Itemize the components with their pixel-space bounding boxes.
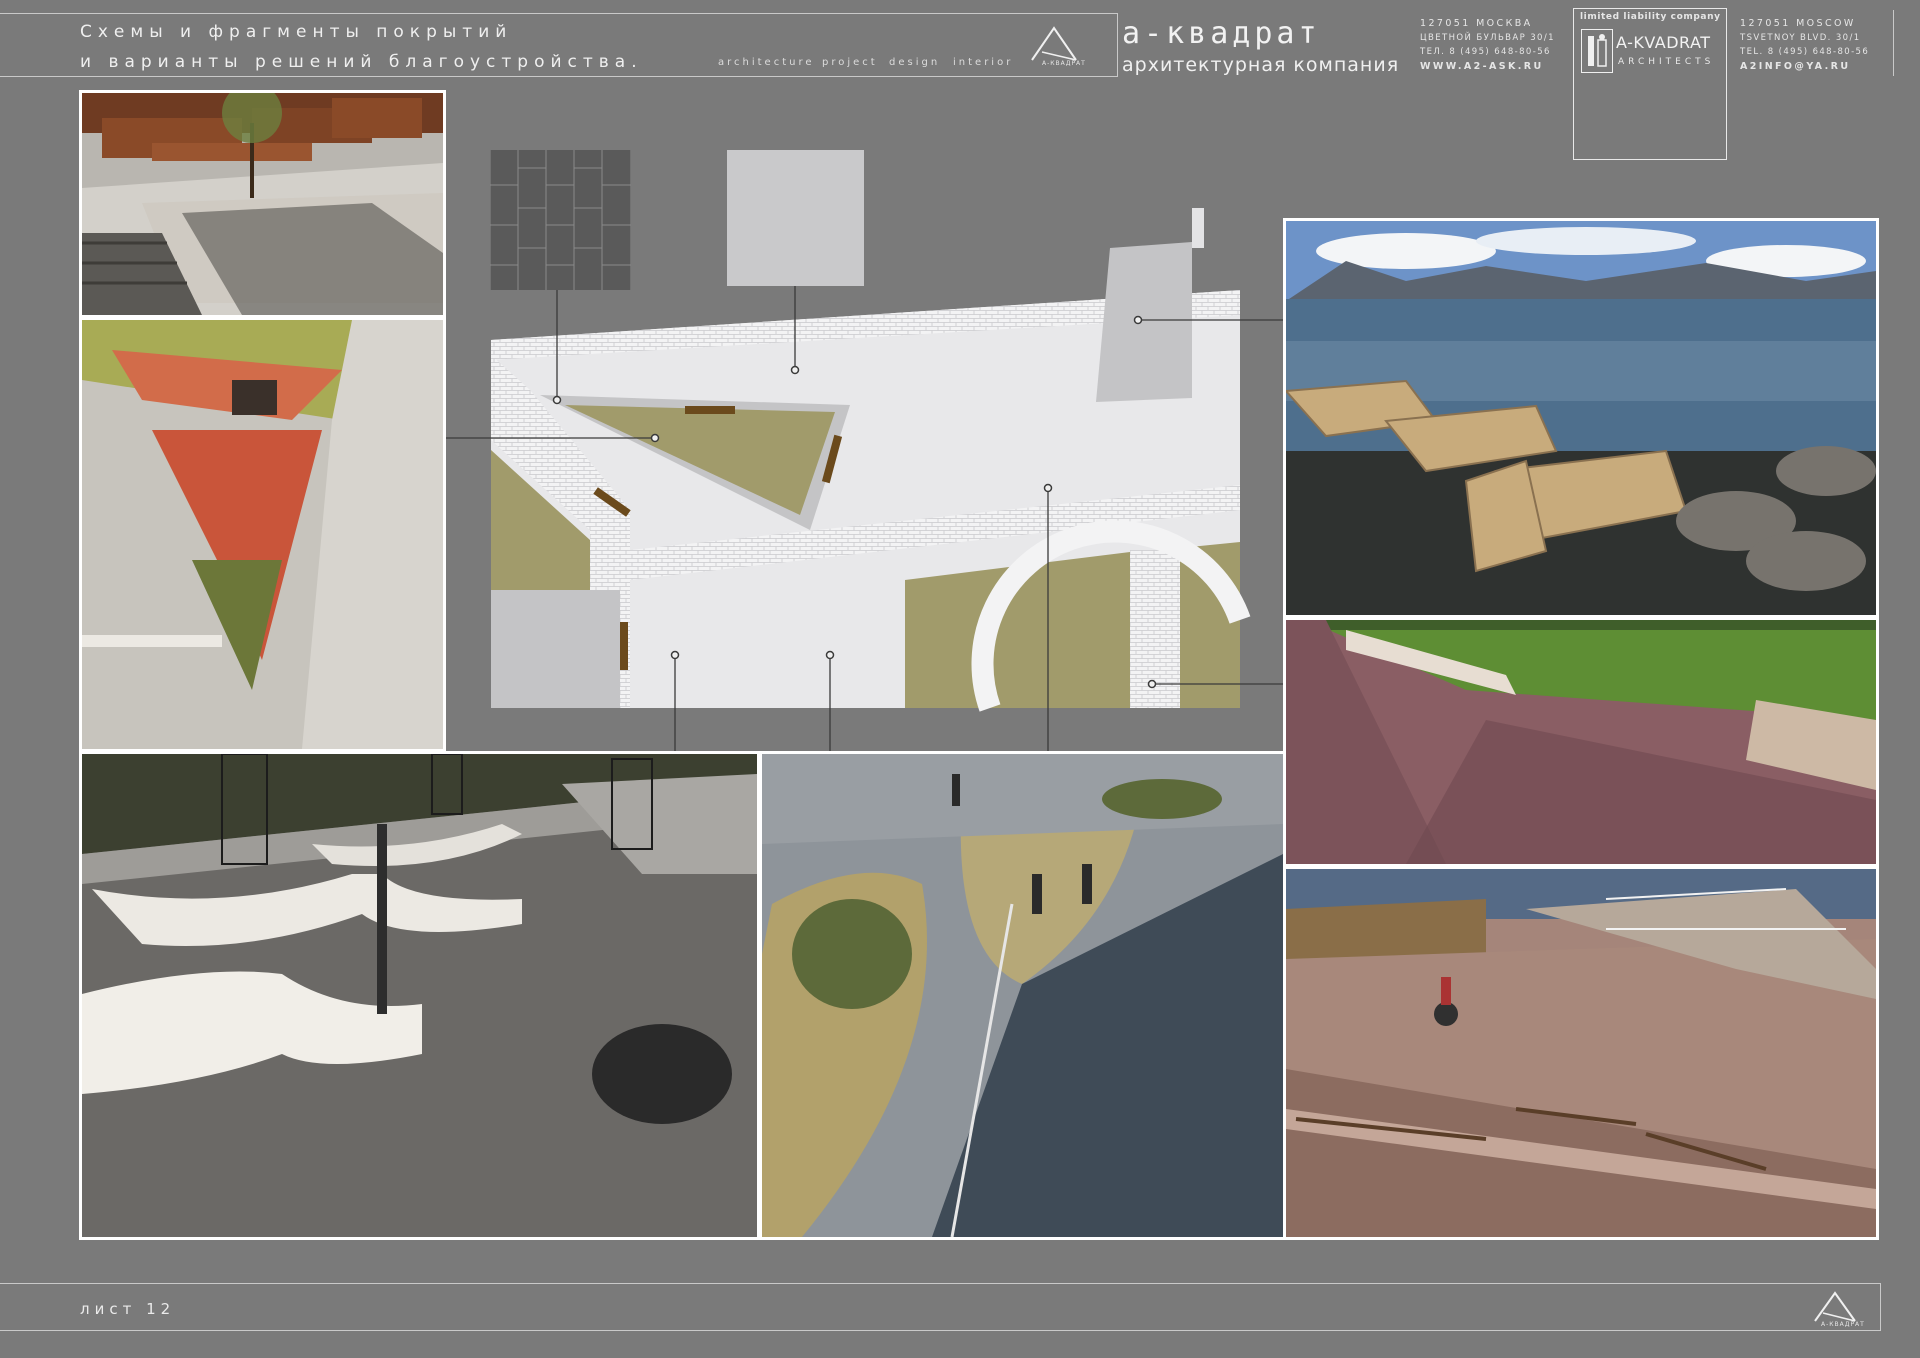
footer-logo-icon: А-КВАДРАТ [1805, 1285, 1865, 1329]
footer-rule-top [0, 1283, 1880, 1284]
photo-planted-triangle [79, 317, 446, 752]
photo-wooden-benches-plaza [79, 90, 446, 318]
photo-waterfront-deck [1283, 218, 1879, 618]
footer-logo-caption: А-КВАДРАТ [1821, 1321, 1865, 1328]
sheet-number: лист 12 [80, 1300, 176, 1318]
footer-rule-bottom [0, 1330, 1880, 1331]
photo-pedestrian-plaza [759, 751, 1286, 1240]
footer-rule-right [1880, 1283, 1881, 1331]
photo-boardwalk-cyclist [1283, 866, 1879, 1240]
photo-white-benches [79, 751, 760, 1240]
photo-red-promenade [1283, 617, 1879, 867]
